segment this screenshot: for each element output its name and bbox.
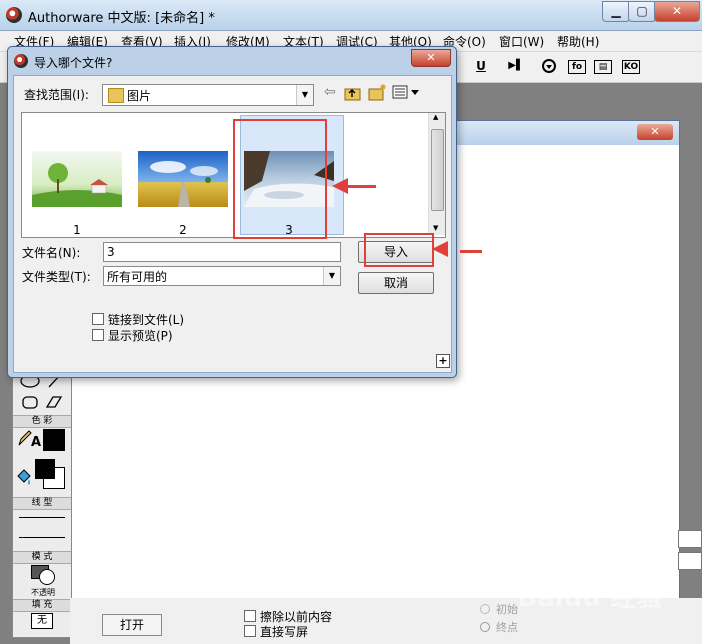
look-in-combo[interactable]: 图片 ▼ [102,84,314,106]
initial-label: 初始 [496,603,518,616]
underline-button[interactable]: U [470,56,492,76]
filetype-label: 文件类型(T): [22,270,91,284]
highlight-import-button [364,233,434,267]
end-point-label: 终点 [496,621,518,634]
text-color-a: A [31,435,42,450]
look-in-label: 查找范围(I): [24,88,89,102]
annotation-arrow-file-line [346,185,376,188]
shape-tools-icon[interactable] [19,371,67,419]
up-folder-icon[interactable] [344,85,362,101]
view-menu-icon[interactable] [392,85,422,99]
fill-none-button[interactable]: 无 [31,613,53,629]
dialog-app-icon [14,54,28,68]
stroke-color-swatch[interactable] [43,429,65,451]
dialog-close-button[interactable]: ✕ [411,49,451,67]
back-icon[interactable]: ⇦ [324,84,336,100]
file-list-scrollbar[interactable]: ▲ ▼ [428,113,445,235]
show-preview-label: 显示预览(P) [108,329,173,343]
file-thumbnail-2[interactable] [138,151,228,207]
direct-to-screen-label: 直接写屏 [260,625,309,639]
direct-to-screen-checkbox[interactable] [244,625,256,637]
show-preview-checkbox[interactable] [92,329,104,341]
link-to-file-label: 链接到文件(L) [108,313,185,327]
folder-icon [108,88,124,103]
link-to-file-checkbox[interactable] [92,313,104,325]
annotation-arrow-import-tail [460,250,482,253]
scroll-thumb[interactable] [431,129,444,211]
new-folder-icon[interactable] [368,83,388,101]
fill-bucket-icon[interactable] [15,467,33,487]
import-file-dialog: 导入哪个文件? ✕ 查找范围(I): 图片 ▼ ⇦ 1 2 3 ▲ ▼ 文件名(… [7,46,457,378]
tool-palette: 色 彩 A 线 型 模 式 不透明 填 充 无 [12,360,72,638]
presentation-area [70,376,441,598]
cancel-button[interactable]: 取消 [358,272,434,294]
main-window-title: Authorware 中文版: [未命名] * [28,11,215,26]
design-window-title-bar: ✕ [441,121,679,145]
knowledge-objects-icon[interactable]: KO [622,60,640,74]
file-name-1: 1 [73,223,81,237]
line-style-thin[interactable] [19,517,65,518]
design-window: ✕ [440,120,680,607]
file-thumbnail-1[interactable] [32,151,122,207]
dialog-title: 导入哪个文件? [34,56,113,70]
right-field-2[interactable] [678,552,702,570]
minimize-button[interactable]: ▁ [602,1,630,22]
mode-opaque-icon[interactable] [39,569,55,585]
functions-icon[interactable]: fo [568,60,586,74]
close-button[interactable]: ✕ [654,1,700,22]
control-panel-icon[interactable] [538,56,560,76]
line-label: 线 型 [13,497,71,510]
design-window-close-icon[interactable]: ✕ [637,124,673,140]
file-name-2: 2 [179,223,187,237]
scroll-down-icon[interactable]: ▼ [433,224,438,232]
chevron-down-icon[interactable]: ▼ [296,85,313,105]
filetype-combo[interactable]: 所有可用的 ▼ [103,266,341,286]
maximize-button[interactable]: ▢ [628,1,656,22]
main-title-bar: Authorware 中文版: [未命名] * ▁ ▢ ✕ [0,0,702,31]
filename-label: 文件名(N): [22,246,81,260]
highlight-selected-file [233,119,327,239]
baidu-watermark: Baidu 经验 [517,583,662,613]
right-field-1[interactable] [678,530,702,548]
fill-label: 填 充 [13,599,71,612]
expand-plus-button[interactable]: + [436,354,450,368]
scroll-up-icon[interactable]: ▲ [433,113,438,121]
dialog-body: 查找范围(I): 图片 ▼ ⇦ 1 2 3 ▲ ▼ 文件名(N): 3 导入 文… [13,75,452,373]
initial-radio[interactable] [480,604,490,614]
line-style-medium[interactable] [19,537,65,538]
end-point-radio[interactable] [480,622,490,632]
filetype-chevron-down-icon[interactable]: ▼ [323,267,340,285]
mode-value: 不透明 [31,588,55,597]
run-icon[interactable]: ▶▌ [505,56,527,76]
menu-help[interactable]: 帮助(H) [557,33,599,50]
filename-input[interactable]: 3 [103,242,341,262]
variables-icon[interactable]: ▤ [594,60,612,74]
look-in-value: 图片 [127,89,152,103]
mode-label: 模 式 [13,551,71,564]
annotation-arrow-import-head [432,241,448,257]
menu-window[interactable]: 窗口(W) [499,33,544,50]
color-label: 色 彩 [13,415,71,428]
erase-previous-checkbox[interactable] [244,610,256,622]
open-button[interactable]: 打开 [102,614,162,636]
foreground-color-swatch[interactable] [35,459,55,479]
authorware-app-icon [6,7,22,23]
filetype-value: 所有可用的 [107,270,168,284]
